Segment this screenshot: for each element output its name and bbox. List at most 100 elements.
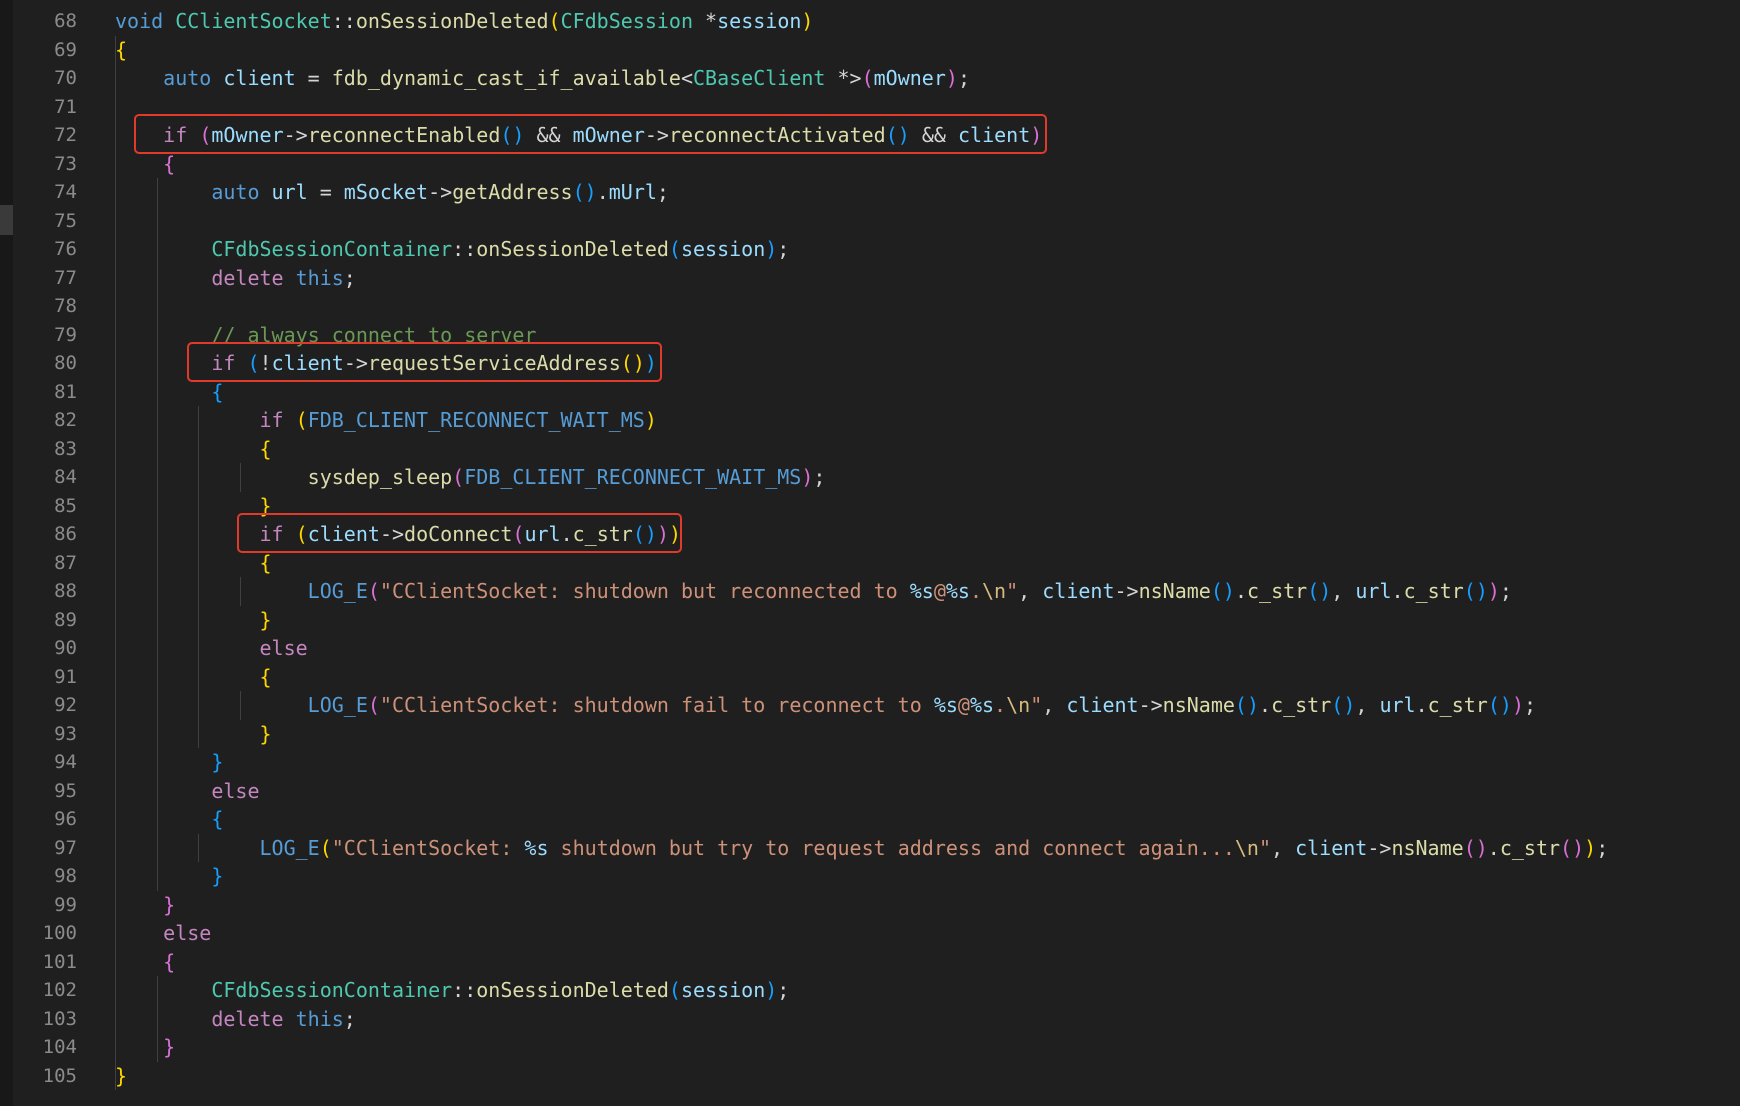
code-line[interactable]: 70 auto client = fdb_dynamic_cast_if_ava… [0, 64, 1740, 93]
code-editor[interactable]: 68 void CClientSocket::onSessionDeleted(C… [0, 0, 1740, 1106]
code-token: -> [428, 180, 453, 204]
code-token: FDB_CLIENT_RECONNECT_WAIT_MS [464, 465, 802, 489]
code-text: { [115, 805, 223, 834]
code-token: onSessionDeleted [476, 978, 669, 1002]
code-token: = [307, 180, 344, 204]
code-token: ( [548, 9, 561, 33]
code-token: , [1018, 579, 1043, 603]
code-token: ) [801, 465, 814, 489]
line-number: 86 [54, 523, 77, 545]
code-line[interactable]: 96 { [0, 805, 1740, 834]
code-line[interactable]: 78 [0, 292, 1740, 321]
indent-guide [156, 178, 158, 891]
line-number: 72 [54, 124, 77, 146]
line-number: 100 [42, 922, 77, 944]
code-line[interactable]: 82 if (FDB_CLIENT_RECONNECT_WAIT_MS) [0, 406, 1740, 435]
code-token: ( [668, 978, 681, 1002]
code-token: ( [367, 693, 380, 717]
code-text: LOG_E("CClientSocket: shutdown fail to r… [115, 691, 1536, 720]
code-token: c_str [1427, 693, 1488, 717]
code-line[interactable]: 100 else [0, 919, 1740, 948]
code-token: "CClientSocket: shutdown but reconnected… [379, 579, 910, 603]
code-line[interactable]: 76 CFdbSessionContainer::onSessionDelete… [0, 235, 1740, 264]
code-token: . [1487, 835, 1500, 860]
code-token: \n [1006, 693, 1031, 717]
code-line[interactable]: 98 } [0, 862, 1740, 891]
code-line[interactable]: 69 { [0, 36, 1740, 65]
code-line[interactable]: 89 } [0, 606, 1740, 635]
code-token: session [680, 237, 766, 261]
code-line[interactable]: 93 } [0, 720, 1740, 749]
code-line[interactable]: 88 LOG_E("CClientSocket: shutdown but re… [0, 577, 1740, 606]
code-text: } [115, 1033, 175, 1062]
code-token: "CClientSocket: [331, 835, 525, 860]
code-token: } [211, 864, 224, 888]
code-token: ; [1524, 693, 1537, 717]
code-line[interactable]: 83 { [0, 435, 1740, 464]
code-line[interactable]: 103 delete this; [0, 1005, 1740, 1034]
code-text: } [115, 606, 272, 635]
code-token: onSessionDeleted [355, 9, 549, 33]
line-number: 96 [54, 808, 77, 830]
code-token: , [1355, 693, 1380, 717]
code-token: client [1042, 579, 1115, 603]
code-line[interactable]: 99 } [0, 891, 1740, 920]
code-text: } [115, 862, 223, 891]
code-token: * [693, 9, 718, 33]
code-token: %s [909, 579, 934, 603]
code-line[interactable]: 105} [0, 1062, 1740, 1091]
line-number: 74 [54, 181, 77, 203]
code-token: , [1271, 835, 1296, 860]
code-line[interactable]: 87 { [0, 549, 1740, 578]
code-token: () [1234, 693, 1260, 717]
code-token: " [1258, 835, 1271, 860]
code-token: CClientSocket [175, 9, 332, 33]
code-token: ) [765, 237, 778, 261]
code-line[interactable]: 84 sysdep_sleep(FDB_CLIENT_RECONNECT_WAI… [0, 463, 1740, 492]
code-token: . [1391, 579, 1404, 603]
code-token: ( [295, 408, 308, 432]
line-number: 88 [54, 580, 77, 602]
code-line[interactable]: 92 LOG_E("CClientSocket: shutdown fail t… [0, 691, 1740, 720]
code-line[interactable]: 102 CFdbSessionContainer::onSessionDelet… [0, 976, 1740, 1005]
code-line[interactable]: 68 void CClientSocket::onSessionDeleted(C… [0, 7, 1740, 36]
highlight-box [237, 513, 682, 553]
code-line[interactable]: 77 delete this; [0, 264, 1740, 293]
code-token: \n [1234, 835, 1259, 860]
code-text: delete this; [115, 264, 356, 293]
code-token: sysdep_sleep [307, 465, 453, 489]
code-line[interactable]: 90 else [0, 634, 1740, 663]
code-line[interactable]: 94 } [0, 748, 1740, 777]
code-line[interactable]: 104 } [0, 1033, 1740, 1062]
code-token: " [1030, 693, 1043, 717]
code-line[interactable]: 74 auto url = mSocket->getAddress().mUrl… [0, 178, 1740, 207]
code-line[interactable]: 73 { [0, 150, 1740, 179]
code-token: nsName [1391, 835, 1464, 860]
code-token: %s [933, 693, 958, 717]
code-token: url [1355, 579, 1392, 603]
code-line[interactable]: 81 { [0, 378, 1740, 407]
indent-guide [115, 35, 116, 1090]
code-token: :: [331, 9, 356, 33]
code-token: } [163, 1035, 176, 1059]
code-line[interactable]: 95 else [0, 777, 1740, 806]
code-line[interactable]: 101 { [0, 948, 1740, 977]
line-number: 82 [54, 409, 77, 431]
code-line[interactable]: 97 LOG_E("CClientSocket: %s shutdown but… [0, 834, 1740, 863]
code-line[interactable]: 75 [0, 207, 1740, 236]
code-token: %s [524, 835, 549, 860]
code-token: ) [801, 9, 814, 33]
code-text: } [115, 891, 175, 920]
line-number: 91 [54, 665, 77, 688]
code-line[interactable]: 91 { [0, 663, 1740, 692]
